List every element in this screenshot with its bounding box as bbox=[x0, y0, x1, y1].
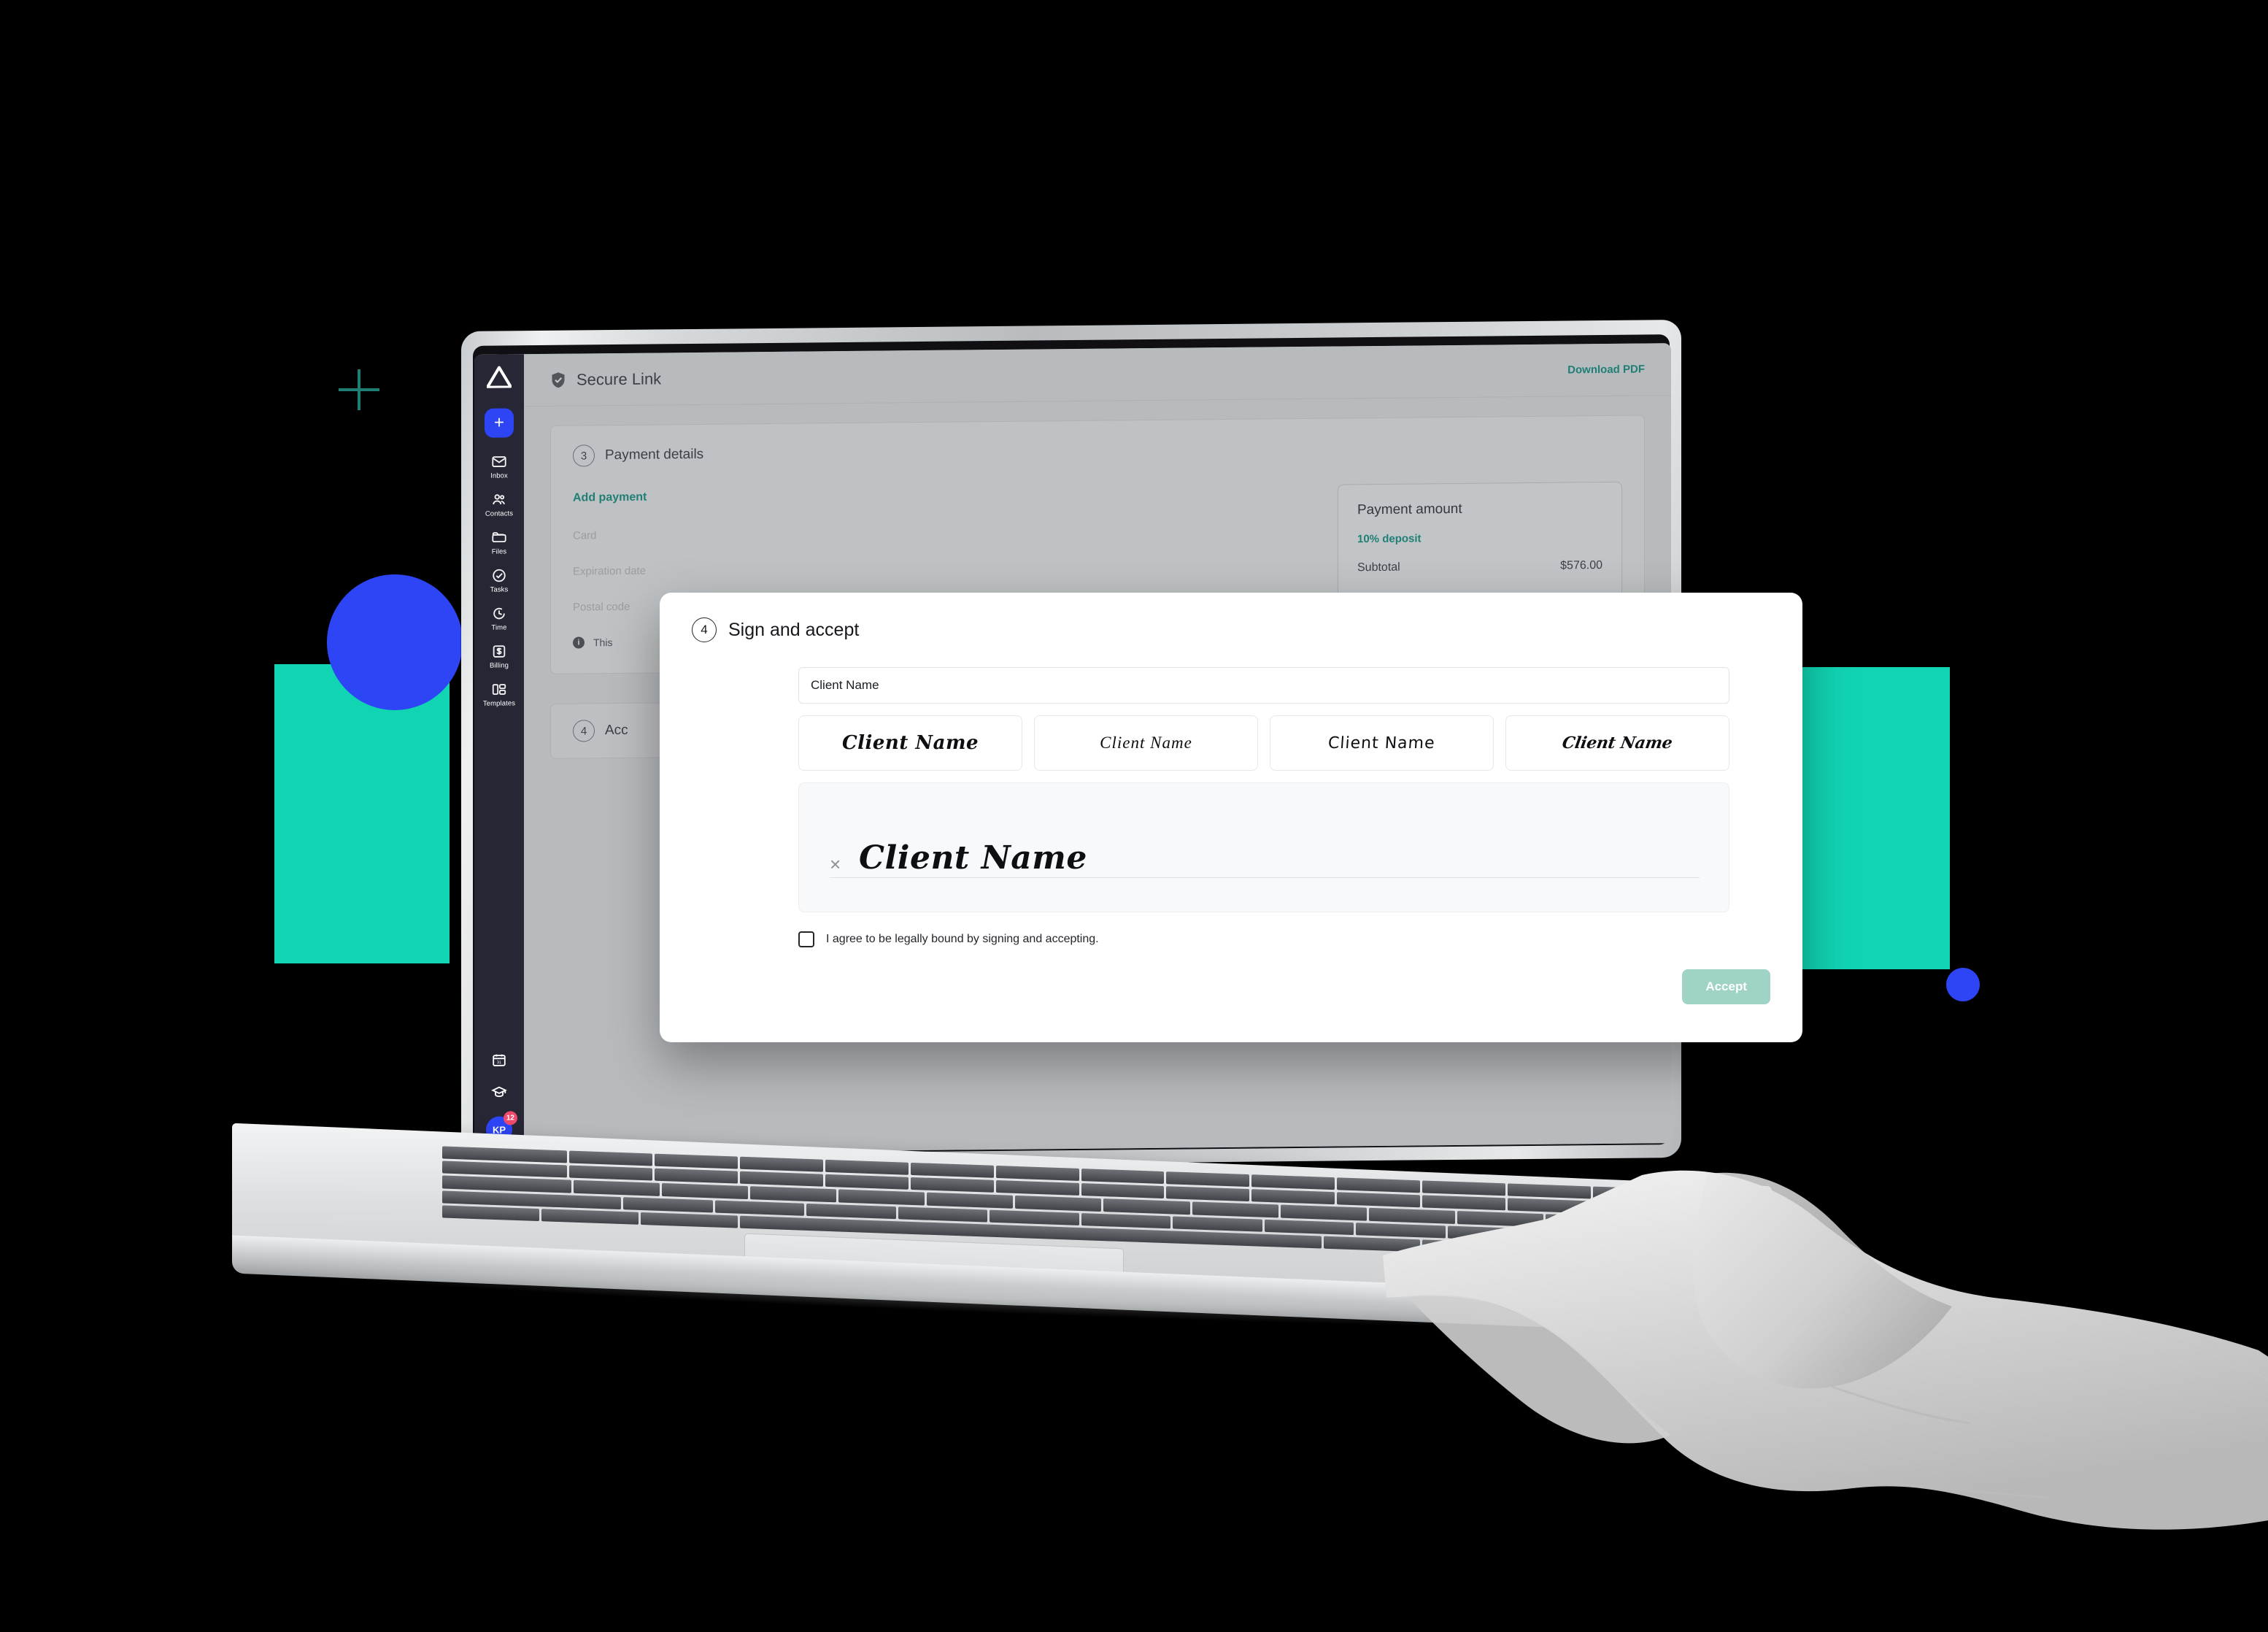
shield-check-icon bbox=[550, 371, 566, 388]
sidebar-item-billing[interactable]: Billing bbox=[474, 643, 524, 670]
sidebar-item-label: Contacts bbox=[485, 509, 514, 518]
svg-text:31: 31 bbox=[497, 1061, 501, 1065]
people-icon bbox=[491, 491, 507, 507]
sign-and-accept-modal: 4 Sign and accept Client Name Client Nam… bbox=[660, 593, 1802, 1042]
info-icon: i bbox=[573, 636, 585, 649]
envelope-icon bbox=[491, 453, 507, 469]
layout-icon bbox=[491, 681, 507, 697]
download-pdf-link[interactable]: Download PDF bbox=[1567, 363, 1645, 376]
dollar-box-icon bbox=[491, 643, 507, 659]
hand-holding-laptop bbox=[1365, 1168, 2268, 1632]
sidebar-item-tasks[interactable]: Tasks bbox=[474, 567, 524, 594]
signature-line bbox=[830, 877, 1700, 878]
signature-option-label: Client Name bbox=[1561, 734, 1674, 753]
accept-button-label: Accept bbox=[1705, 979, 1747, 993]
sidebar-item-label: Templates bbox=[482, 699, 516, 708]
sidebar-item-label: Files bbox=[491, 547, 507, 556]
subtotal-row: Subtotal $576.00 bbox=[1357, 559, 1602, 574]
payment-section-header: 3 Payment details bbox=[573, 435, 1622, 467]
app-sidebar: + Inbox Contacts Files Tasks Time Billin… bbox=[474, 354, 524, 1155]
signature-option-4[interactable]: Client Name bbox=[1505, 715, 1729, 771]
signature-option-1[interactable]: Client Name bbox=[798, 715, 1022, 771]
deposit-label: 10% deposit bbox=[1357, 532, 1422, 546]
add-button-label: + bbox=[493, 412, 504, 433]
signature-value: Client Name bbox=[859, 839, 1087, 877]
sidebar-item-contacts[interactable]: Contacts bbox=[474, 491, 524, 518]
scene: + Inbox Contacts Files Tasks Time Billin… bbox=[0, 0, 2268, 1632]
sidebar-item-label: Inbox bbox=[490, 471, 508, 480]
sidebar-item-files[interactable]: Files bbox=[474, 529, 524, 556]
add-payment-link[interactable]: Add payment bbox=[573, 485, 1308, 505]
folder-icon bbox=[491, 529, 507, 545]
signature-option-label: Client Name bbox=[841, 732, 979, 754]
agree-row[interactable]: I agree to be legally bound by signing a… bbox=[798, 931, 1770, 947]
topbar-left: Secure Link bbox=[550, 369, 661, 389]
signature-x-mark: × bbox=[830, 853, 841, 875]
step-number: 4 bbox=[573, 720, 595, 742]
subtotal-label: Subtotal bbox=[1357, 561, 1400, 574]
sidebar-item-label: Time bbox=[491, 623, 507, 632]
modal-body: Client Name Client Name Client Name Clie… bbox=[692, 667, 1770, 1004]
signature-option-2[interactable]: Client Name bbox=[1034, 715, 1258, 771]
triangle-logo[interactable] bbox=[486, 366, 512, 389]
signature-option-3[interactable]: Client Name bbox=[1270, 715, 1494, 771]
notification-badge: 12 bbox=[503, 1111, 517, 1125]
payment-info-text: This bbox=[593, 636, 613, 649]
sidebar-item-label: Tasks bbox=[490, 585, 509, 594]
client-name-input-value: Client Name bbox=[811, 678, 879, 692]
page-title: Secure Link bbox=[576, 369, 662, 389]
accept-button[interactable]: Accept bbox=[1682, 969, 1770, 1004]
modal-footer: Accept bbox=[798, 969, 1770, 1004]
timer-icon bbox=[491, 605, 507, 621]
sidebar-item-label: Billing bbox=[489, 661, 509, 670]
modal-step-number: 4 bbox=[692, 617, 717, 642]
signature-option-label: Client Name bbox=[1100, 734, 1192, 752]
section-title: Acc bbox=[605, 722, 628, 739]
signature-preview[interactable]: × Client Name bbox=[798, 782, 1729, 912]
card-field-label[interactable]: Card bbox=[573, 523, 1308, 542]
signature-style-options: Client Name Client Name Client Name Clie… bbox=[798, 715, 1770, 771]
payment-amount-title: Payment amount bbox=[1357, 501, 1462, 518]
signature-option-label: Client Name bbox=[1327, 734, 1436, 753]
graduation-cap-icon[interactable] bbox=[491, 1084, 507, 1100]
client-name-input[interactable]: Client Name bbox=[798, 667, 1729, 704]
agree-checkbox[interactable] bbox=[798, 931, 814, 947]
modal-header: 4 Sign and accept bbox=[692, 617, 1770, 642]
check-circle-icon bbox=[491, 567, 507, 583]
subtotal-value: $576.00 bbox=[1560, 559, 1602, 572]
section-title: Payment details bbox=[605, 446, 704, 463]
modal-title: Sign and accept bbox=[728, 619, 860, 640]
sidebar-item-time[interactable]: Time bbox=[474, 605, 524, 632]
step-number: 3 bbox=[573, 444, 595, 467]
calendar-31-icon[interactable]: 31 bbox=[491, 1052, 507, 1068]
add-button[interactable]: + bbox=[485, 408, 514, 438]
sidebar-item-templates[interactable]: Templates bbox=[474, 681, 524, 708]
expiration-field-label[interactable]: Expiration date bbox=[573, 558, 1308, 578]
agree-label: I agree to be legally bound by signing a… bbox=[826, 933, 1099, 945]
sidebar-item-inbox[interactable]: Inbox bbox=[474, 453, 524, 480]
